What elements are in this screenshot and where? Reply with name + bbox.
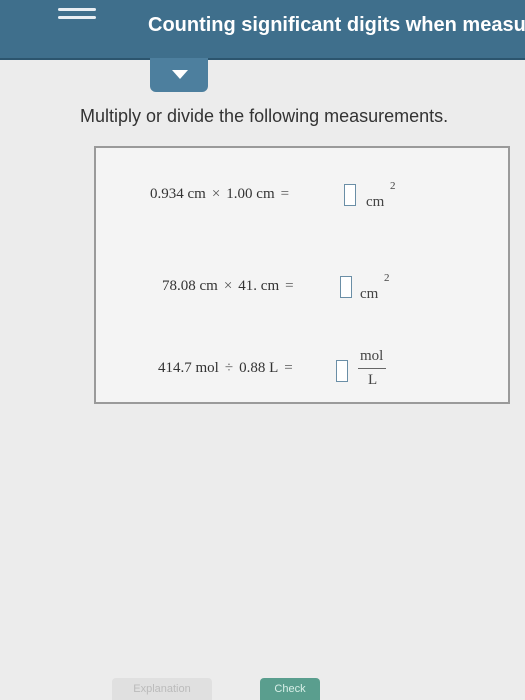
menu-icon[interactable] bbox=[58, 4, 96, 26]
equals-sign: = bbox=[285, 278, 294, 294]
chevron-down-icon bbox=[172, 70, 188, 79]
check-button[interactable]: Check bbox=[260, 678, 320, 700]
header-bar: Counting significant digits when measu bbox=[0, 0, 525, 60]
explanation-button[interactable]: Explanation bbox=[112, 678, 212, 700]
fraction-bar bbox=[358, 368, 386, 369]
problem-3-operand-b: 0.88 L bbox=[239, 360, 279, 376]
problem-2-unit: cm bbox=[360, 286, 379, 302]
problem-2-expression: 78.08 cm × 41. cm = bbox=[162, 278, 300, 295]
problem-1-expression: 0.934 cm × 1.00 cm = bbox=[150, 186, 295, 203]
page-title: Counting significant digits when measu bbox=[148, 14, 525, 36]
times-sign: × bbox=[223, 278, 233, 294]
problem-2-answer-input[interactable] bbox=[340, 276, 352, 298]
divide-sign: ÷ bbox=[224, 360, 234, 376]
problem-1-operand-a: 0.934 cm bbox=[150, 186, 206, 202]
problem-2-operand-b: 41. cm bbox=[238, 278, 280, 294]
problem-1-operand-b: 1.00 cm bbox=[226, 186, 275, 202]
collapse-toggle-button[interactable] bbox=[150, 58, 208, 92]
equals-sign: = bbox=[280, 186, 290, 202]
problem-1-answer-input[interactable] bbox=[344, 184, 356, 206]
problem-1-unit: cm bbox=[366, 194, 385, 210]
problem-2-operand-a: 78.08 cm bbox=[162, 278, 218, 294]
problem-3-unit-numerator: mol bbox=[360, 348, 384, 364]
problem-3-unit-denominator: L bbox=[368, 372, 378, 388]
problem-2-exponent: 2 bbox=[384, 272, 390, 284]
equals-sign: = bbox=[284, 360, 293, 376]
problem-3-expression: 414.7 mol ÷ 0.88 L = bbox=[158, 360, 299, 377]
problem-1-exponent: 2 bbox=[390, 180, 396, 192]
times-sign: × bbox=[211, 186, 221, 202]
instruction-text: Multiply or divide the following measure… bbox=[80, 106, 449, 126]
problem-panel: 0.934 cm × 1.00 cm = cm 2 78.08 cm × 41. cm = … bbox=[94, 146, 510, 404]
problem-3-operand-a: 414.7 mol bbox=[158, 360, 219, 376]
problem-3-answer-input[interactable] bbox=[336, 360, 348, 382]
